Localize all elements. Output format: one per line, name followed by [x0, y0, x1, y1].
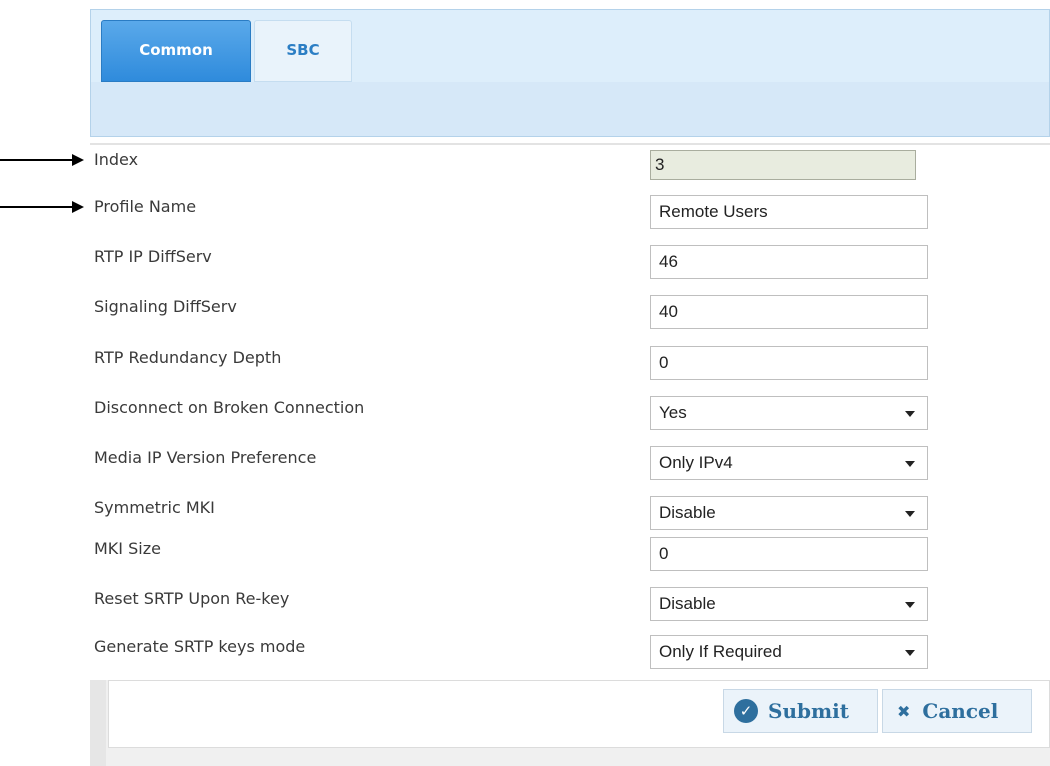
symmetric-mki-select[interactable]: Disable — [650, 496, 928, 530]
tab-common[interactable]: Common — [101, 20, 251, 82]
generate-srtp-keys-mode-label: Generate SRTP keys mode — [94, 637, 306, 656]
symmetric-mki-label: Symmetric MKI — [94, 498, 215, 517]
reset-srtp-upon-rekey-value: Disable — [659, 594, 716, 613]
tab-content-header — [91, 82, 1049, 136]
signaling-diffserv-input[interactable]: 40 — [650, 295, 928, 329]
chevron-down-icon — [905, 461, 915, 467]
generate-srtp-keys-mode-value: Only If Required — [659, 642, 782, 661]
rtp-ip-diffserv-input[interactable]: 46 — [650, 245, 928, 279]
tab-sbc[interactable]: SBC — [254, 20, 352, 82]
form-row-media-ip-version-preference: Media IP Version Preference Only IPv4 — [90, 444, 1050, 492]
cancel-button-label: Cancel — [922, 699, 999, 723]
rtp-ip-diffserv-label: RTP IP DiffServ — [94, 247, 212, 266]
form-row-disconnect-on-broken-connection: Disconnect on Broken Connection Yes — [90, 394, 1050, 442]
form-row-signaling-diffserv: Signaling DiffServ 40 — [90, 293, 1050, 341]
chevron-down-icon — [905, 602, 915, 608]
index-field: 3 — [650, 150, 916, 180]
chevron-down-icon — [905, 411, 915, 417]
tab-bar: Common SBC — [90, 9, 1050, 137]
divider — [90, 143, 1050, 145]
signaling-diffserv-label: Signaling DiffServ — [94, 297, 237, 316]
media-ip-version-preference-value: Only IPv4 — [659, 453, 733, 472]
form-footer: ✓ Submit ✖ Cancel — [90, 680, 1050, 766]
mki-size-input[interactable]: 0 — [650, 537, 928, 571]
index-label: Index — [94, 150, 139, 169]
disconnect-on-broken-connection-label: Disconnect on Broken Connection — [94, 398, 365, 417]
rtp-redundancy-depth-label: RTP Redundancy Depth — [94, 348, 282, 367]
symmetric-mki-value: Disable — [659, 503, 716, 522]
form-row-reset-srtp-upon-rekey: Reset SRTP Upon Re-key Disable — [90, 585, 1050, 633]
form-row-rtp-ip-diffserv: RTP IP DiffServ 46 — [90, 243, 1050, 291]
arrow-icon — [0, 154, 84, 166]
footer-strip — [90, 680, 106, 766]
disconnect-on-broken-connection-value: Yes — [659, 403, 687, 422]
profile-name-input[interactable]: Remote Users — [650, 195, 928, 229]
mki-size-label: MKI Size — [94, 539, 161, 558]
chevron-down-icon — [905, 511, 915, 517]
chevron-down-icon — [905, 650, 915, 656]
rtp-redundancy-depth-input[interactable]: 0 — [650, 346, 928, 380]
submit-button[interactable]: ✓ Submit — [723, 689, 878, 733]
form-row-generate-srtp-keys-mode: Generate SRTP keys mode Only If Required — [90, 633, 1050, 681]
form-row-index: Index 3 — [90, 146, 1050, 194]
form-row-mki-size: MKI Size 0 — [90, 535, 1050, 583]
generate-srtp-keys-mode-select[interactable]: Only If Required — [650, 635, 928, 669]
media-ip-version-preference-select[interactable]: Only IPv4 — [650, 446, 928, 480]
reset-srtp-upon-rekey-select[interactable]: Disable — [650, 587, 928, 621]
submit-button-label: Submit — [768, 699, 849, 723]
reset-srtp-upon-rekey-label: Reset SRTP Upon Re-key — [94, 589, 290, 608]
media-ip-version-preference-label: Media IP Version Preference — [94, 448, 317, 467]
cancel-button[interactable]: ✖ Cancel — [882, 689, 1032, 733]
profile-name-label: Profile Name — [94, 197, 197, 216]
arrow-icon — [0, 201, 84, 213]
close-icon: ✖ — [897, 701, 911, 721]
form-row-profile-name: Profile Name Remote Users — [90, 193, 1050, 241]
form-row-rtp-redundancy-depth: RTP Redundancy Depth 0 — [90, 344, 1050, 392]
check-icon: ✓ — [734, 699, 758, 723]
disconnect-on-broken-connection-select[interactable]: Yes — [650, 396, 928, 430]
profile-settings-panel: Common SBC Index 3 Profile Name Remote U… — [90, 0, 1050, 766]
